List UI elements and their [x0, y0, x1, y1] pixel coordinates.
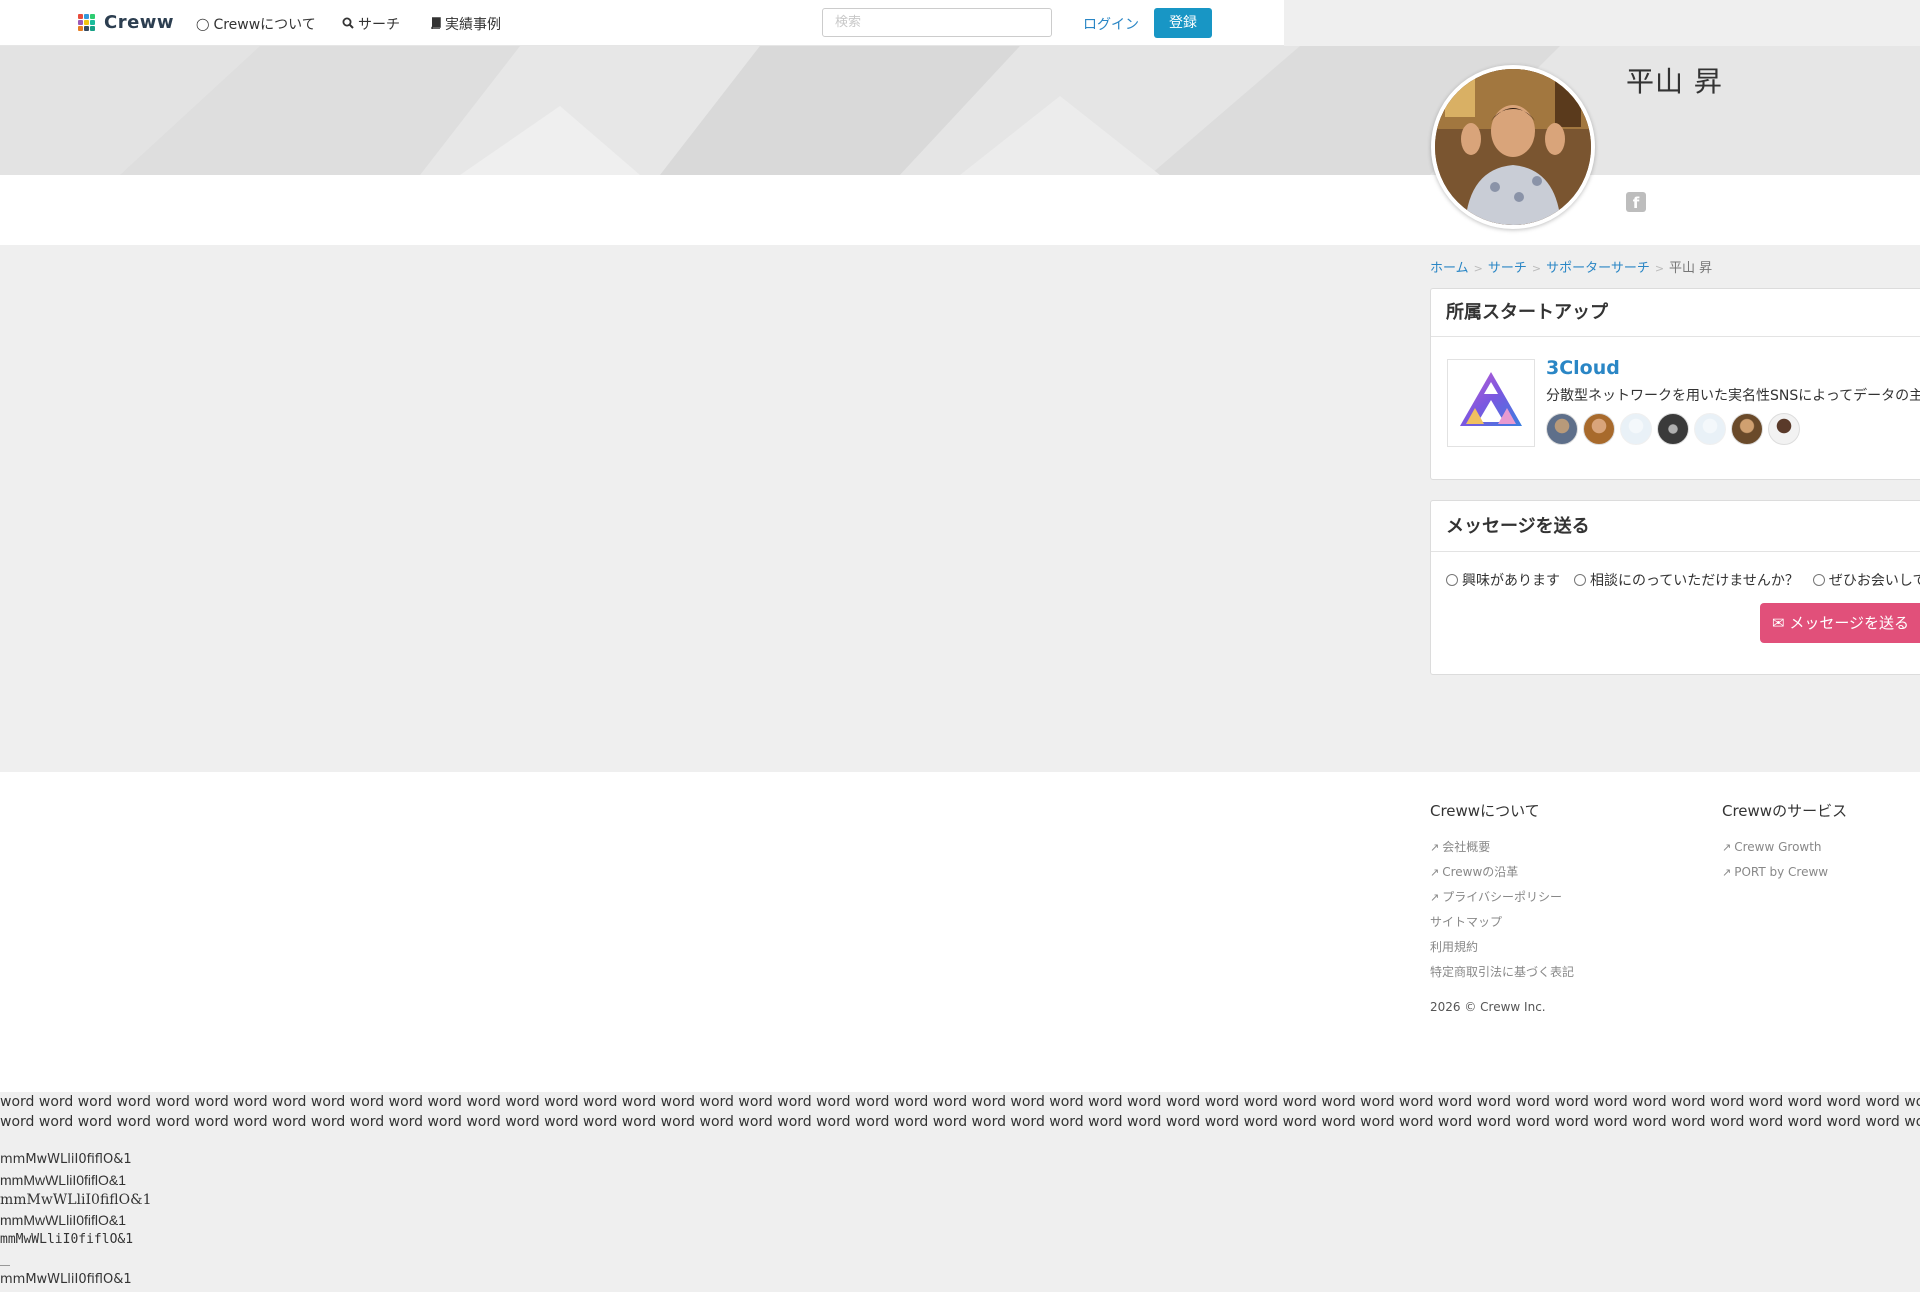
footer-link-label: 会社概要: [1442, 840, 1491, 854]
word-line: word word word word word word word word …: [0, 1094, 1920, 1110]
footer-link-sitemap[interactable]: サイトマップ: [1430, 910, 1574, 935]
glyph-line: mmMwWLliI0fiflO&1: [0, 1152, 132, 1167]
message-options: 興味があります 相談にのっていただけませんか？ ぜひお会いして: [1446, 570, 1920, 590]
member-avatar[interactable]: [1620, 413, 1652, 445]
book-icon: [430, 16, 441, 32]
lightbulb-icon: ◯: [196, 17, 210, 31]
send-message-title: メッセージを送る: [1431, 501, 1920, 552]
breadcrumb-separator: >: [1654, 262, 1665, 275]
member-avatar[interactable]: [1694, 413, 1726, 445]
login-link[interactable]: ログイン: [1083, 14, 1139, 34]
creww-logo[interactable]: Creww: [78, 12, 174, 33]
nav-about[interactable]: ◯ Crewwについて: [196, 14, 316, 34]
brand-name: Creww: [104, 12, 175, 33]
copyright-text: 2026 © Creww Inc.: [1430, 1000, 1546, 1014]
footer-about-heading: Crewwについて: [1430, 802, 1540, 820]
divider: [0, 1265, 10, 1266]
send-message-panel: メッセージを送る 興味があります 相談にのっていただけませんか？ ぜひお会いして…: [1430, 500, 1920, 675]
affiliated-startup-panel: 所属スタートアップ 3Cloud 分散型ネットワークを用いた実名性SNSによって…: [1430, 288, 1920, 480]
startup-members: [1546, 413, 1805, 445]
member-avatar[interactable]: [1657, 413, 1689, 445]
external-link-icon: ↗: [1722, 866, 1732, 879]
nav-case-studies[interactable]: 実績事例: [430, 14, 501, 34]
breadcrumb-current: 平山 昇: [1669, 261, 1713, 276]
envelope-icon: ✉: [1772, 614, 1790, 632]
radio-consult[interactable]: 相談にのっていただけませんか？: [1574, 570, 1799, 590]
footer-link-label: Crewwの沿革: [1442, 865, 1519, 879]
glyph-line: mmMwWLliI0fiflO&1: [0, 1272, 132, 1287]
creww-logo-icon: [78, 13, 96, 32]
radio-button[interactable]: [1446, 574, 1458, 586]
breadcrumb: ホーム > サーチ > サポーターサーチ > 平山 昇: [1430, 257, 1712, 276]
footer-link-label: プライバシーポリシー: [1442, 890, 1562, 904]
member-avatar[interactable]: [1768, 413, 1800, 445]
external-link-icon: ↗: [1430, 866, 1440, 879]
member-avatar[interactable]: [1546, 413, 1578, 445]
radio-label: 相談にのっていただけませんか？: [1590, 573, 1799, 589]
nav-about-label: Crewwについて: [213, 17, 316, 33]
external-link-icon: ↗: [1722, 841, 1732, 854]
startup-description: 分散型ネットワークを用いた実名性SNSによってデータの主: [1546, 388, 1920, 404]
radio-button[interactable]: [1574, 574, 1586, 586]
radio-label: ぜひお会いして: [1828, 573, 1920, 589]
footer-services-heading: Crewwのサービス: [1722, 802, 1848, 820]
profile-name: 平山 昇: [1626, 65, 1723, 98]
nav-search-label: サーチ: [358, 17, 400, 33]
footer-link-terms[interactable]: 利用規約: [1430, 935, 1574, 960]
facebook-icon[interactable]: f: [1626, 192, 1646, 212]
top-navbar: Creww ◯ Crewwについて サーチ 実績事例 ログイン 登録: [0, 0, 1284, 46]
send-message-label: メッセージを送る: [1789, 614, 1910, 632]
footer-link-port[interactable]: ↗ PORT by Creww: [1722, 860, 1847, 885]
footer-link-growth[interactable]: ↗ Creww Growth: [1722, 835, 1847, 860]
footer-link-label: Creww Growth: [1734, 840, 1822, 854]
profile-avatar: [1431, 65, 1595, 229]
word-line: word word word word word word word word …: [0, 1114, 1920, 1130]
footer-link-label: PORT by Creww: [1734, 865, 1829, 879]
external-link-icon: ↗: [1430, 891, 1440, 904]
radio-meet[interactable]: ぜひお会いして: [1812, 570, 1920, 590]
breadcrumb-separator: >: [1473, 262, 1483, 275]
glyph-line: mmMwWLliI0fiflO&1: [0, 1232, 134, 1247]
member-avatar[interactable]: [1583, 413, 1615, 445]
search-input[interactable]: [822, 8, 1052, 37]
footer-link-commerce-law[interactable]: 特定商取引法に基づく表記: [1430, 960, 1574, 985]
glyph-line: mmMwWLliI0fiflO&1: [0, 1192, 152, 1208]
startup-logo[interactable]: [1447, 359, 1535, 447]
glyph-line: mmMwWLliI0fiflO&1: [0, 1212, 127, 1228]
word-test-block: word word word word word word word word …: [0, 1092, 1920, 1132]
radio-button[interactable]: [1812, 574, 1825, 586]
radio-label: 興味があります: [1462, 573, 1560, 589]
nav-case-studies-label: 実績事例: [445, 17, 501, 33]
nav-search[interactable]: サーチ: [342, 14, 400, 34]
member-avatar[interactable]: [1731, 413, 1763, 445]
footer-services-column: Crewwのサービス ↗ Creww Growth ↗ PORT by Creww: [1722, 800, 1847, 885]
send-message-button[interactable]: ✉ メッセージを送る: [1760, 603, 1920, 643]
search-icon: [342, 17, 354, 32]
affiliated-startup-title: 所属スタートアップ: [1431, 289, 1920, 337]
breadcrumb-separator: >: [1531, 262, 1542, 275]
footer-link-company[interactable]: ↗ 会社概要: [1430, 835, 1574, 860]
footer-about-column: Crewwについて ↗ 会社概要 ↗ Crewwの沿革 ↗ プライバシーポリシー サイ…: [1430, 800, 1574, 985]
site-footer: Crewwについて ↗ 会社概要 ↗ Crewwの沿革 ↗ プライバシーポリシー サイ…: [0, 772, 1920, 1092]
startup-name-link[interactable]: 3Cloud: [1546, 357, 1620, 379]
breadcrumb-search[interactable]: サーチ: [1488, 261, 1527, 276]
footer-link-history[interactable]: ↗ Crewwの沿革: [1430, 860, 1574, 885]
breadcrumb-home[interactable]: ホーム: [1430, 261, 1469, 276]
breadcrumb-supporter-search[interactable]: サポーターサーチ: [1546, 261, 1650, 276]
radio-interested[interactable]: 興味があります: [1446, 570, 1560, 590]
glyph-line: mmMwWLliI0fiflO&1: [0, 1172, 127, 1188]
register-button[interactable]: 登録: [1154, 8, 1212, 38]
footer-link-privacy[interactable]: ↗ プライバシーポリシー: [1430, 885, 1574, 910]
external-link-icon: ↗: [1430, 841, 1440, 854]
